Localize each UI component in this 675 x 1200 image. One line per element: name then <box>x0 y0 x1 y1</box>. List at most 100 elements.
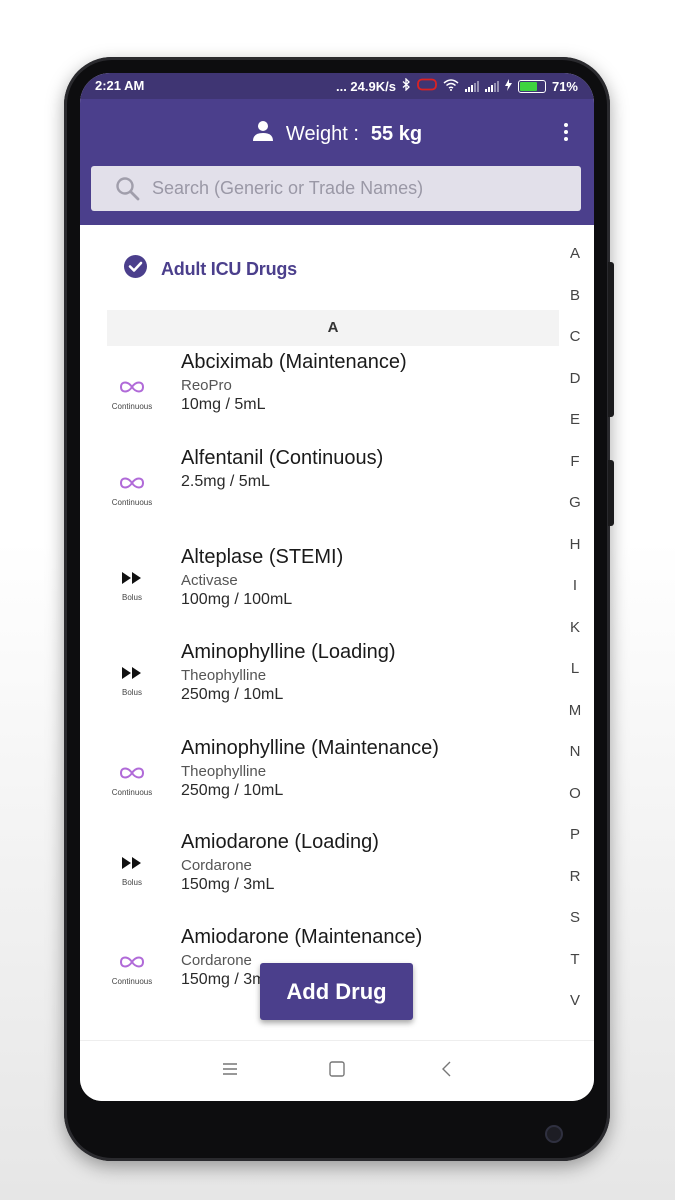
weight-button[interactable]: Weight : 55 kg <box>80 119 594 149</box>
index-letter[interactable]: M <box>562 690 588 732</box>
fast-forward-icon <box>120 572 144 590</box>
weight-value: 55 kg <box>370 122 423 145</box>
search-icon <box>115 176 140 201</box>
infinity-icon <box>117 477 147 495</box>
drug-name: Amiodarone (Maintenance) <box>181 926 423 948</box>
drug-concentration: 250mg / 10mL <box>181 782 284 799</box>
power-button <box>608 460 614 526</box>
drug-trade-name: Theophylline <box>181 763 267 780</box>
drug-type: Bolus <box>102 570 162 602</box>
bluetooth-icon <box>402 77 411 94</box>
index-letter[interactable]: G <box>562 482 588 524</box>
index-letter[interactable]: T <box>562 939 588 981</box>
battery-percent: 71% <box>551 78 578 94</box>
drug-type-label: Bolus <box>121 688 142 697</box>
drug-concentration: 100mg / 100mL <box>181 591 293 608</box>
battery-fill <box>519 81 537 91</box>
drug-type-label: Bolus <box>121 878 142 887</box>
add-drug-button[interactable]: Add Drug <box>260 963 413 1020</box>
drug-concentration: 150mg / 3mL <box>181 876 275 893</box>
index-letter[interactable]: N <box>562 731 588 773</box>
camera-dot <box>545 1125 563 1143</box>
drug-name: Aminophylline (Maintenance) <box>181 737 439 759</box>
drug-type-label: Continuous <box>111 788 153 797</box>
drug-type-label: Bolus <box>121 593 142 602</box>
drug-row[interactable]: Bolus Aminophylline (Loading) Theophylline… <box>80 641 560 736</box>
drug-type-label: Continuous <box>111 977 153 986</box>
drug-type: Continuous <box>102 379 162 411</box>
drug-type: Bolus <box>102 855 162 887</box>
index-letter[interactable]: E <box>562 399 588 441</box>
battery-icon <box>517 79 546 93</box>
drug-row[interactable]: Continuous Abciximab (Maintenance) ReoPro 1… <box>80 351 560 446</box>
drug-name: Alfentanil (Continuous) <box>181 447 384 469</box>
more-options-icon[interactable] <box>564 123 570 144</box>
drug-trade-name: Theophylline <box>181 667 267 684</box>
check-circle-icon <box>124 255 147 283</box>
infinity-icon <box>117 767 147 785</box>
app-bar: Weight : 55 kg <box>80 99 594 225</box>
drug-row[interactable]: Continuous Alfentanil (Continuous) 2.5mg /… <box>80 447 560 542</box>
drug-concentration: 10mg / 5mL <box>181 396 266 413</box>
drug-trade-name: ReoPro <box>181 377 232 394</box>
drug-type: Continuous <box>102 475 162 507</box>
drug-name: Abciximab (Maintenance) <box>181 351 407 373</box>
drug-concentration: 2.5mg / 5mL <box>181 473 270 490</box>
network-speed: ... 24.9K/s <box>335 78 396 94</box>
weight-label: Weight : <box>285 122 359 145</box>
index-letter[interactable]: K <box>562 607 588 649</box>
vr-icon <box>417 78 437 94</box>
alphabet-index[interactable]: ABCDEFGHIKLMNOPRSTV <box>562 233 588 1022</box>
index-letter[interactable]: F <box>562 441 588 483</box>
index-letter[interactable]: P <box>562 814 588 856</box>
drug-type-label: Continuous <box>111 402 153 411</box>
index-letter[interactable]: D <box>562 358 588 400</box>
app-screen: 2:21 AM ... 24.9K/s 71% Weight: 55 kg S… <box>80 73 594 1101</box>
drug-type: Continuous <box>102 954 162 986</box>
navigation-bar <box>80 1040 594 1101</box>
fast-forward-icon <box>120 857 144 875</box>
drug-concentration: 250mg / 10mL <box>181 686 284 703</box>
category-label: Adult ICU Drugs <box>161 258 297 279</box>
status-time: 2:21 AM <box>95 78 145 93</box>
search-bar[interactable] <box>91 166 581 211</box>
drug-row[interactable]: Continuous Aminophylline (Maintenance) The… <box>80 737 560 832</box>
wifi-icon <box>443 78 459 94</box>
index-letter[interactable]: O <box>562 773 588 815</box>
index-letter[interactable]: R <box>562 856 588 898</box>
infinity-icon <box>117 381 147 399</box>
drug-type: Bolus <box>102 665 162 697</box>
index-letter[interactable]: B <box>562 275 588 317</box>
drug-name: Alteplase (STEMI) <box>181 546 344 568</box>
index-letter[interactable]: I <box>562 565 588 607</box>
index-letter[interactable]: V <box>562 980 588 1022</box>
drug-trade-name: Cordarone <box>181 857 252 874</box>
drug-type: Continuous <box>102 765 162 797</box>
volume-button <box>608 262 614 417</box>
signal-icon <box>464 80 479 92</box>
drug-name: Aminophylline (Loading) <box>181 641 396 663</box>
index-letter[interactable]: S <box>562 897 588 939</box>
drug-row[interactable]: Bolus Amiodarone (Loading) Cordarone 150mg … <box>80 831 560 926</box>
fast-forward-icon <box>120 667 144 685</box>
charging-icon <box>504 78 512 94</box>
drug-type-label: Continuous <box>111 498 153 507</box>
drug-trade-name: Cordarone <box>181 952 252 969</box>
drug-name: Amiodarone (Loading) <box>181 831 379 853</box>
infinity-icon <box>117 956 147 974</box>
index-letter[interactable]: C <box>562 316 588 358</box>
category-filter[interactable]: Adult ICU Drugs <box>124 255 297 283</box>
section-header: A <box>107 310 559 346</box>
signal-icon <box>484 80 499 92</box>
search-input[interactable] <box>150 177 574 200</box>
person-icon <box>252 120 274 148</box>
drug-row[interactable]: Bolus Alteplase (STEMI) Activase 100mg / 10… <box>80 546 560 641</box>
index-letter[interactable]: L <box>562 648 588 690</box>
menu-nav-icon[interactable] <box>221 1061 239 1082</box>
home-nav-icon[interactable] <box>328 1061 346 1082</box>
index-letter[interactable]: H <box>562 524 588 566</box>
back-nav-icon[interactable] <box>438 1061 456 1082</box>
status-bar: 2:21 AM ... 24.9K/s 71% <box>80 73 594 99</box>
index-letter[interactable]: A <box>562 233 588 275</box>
drug-trade-name: Activase <box>181 572 238 589</box>
